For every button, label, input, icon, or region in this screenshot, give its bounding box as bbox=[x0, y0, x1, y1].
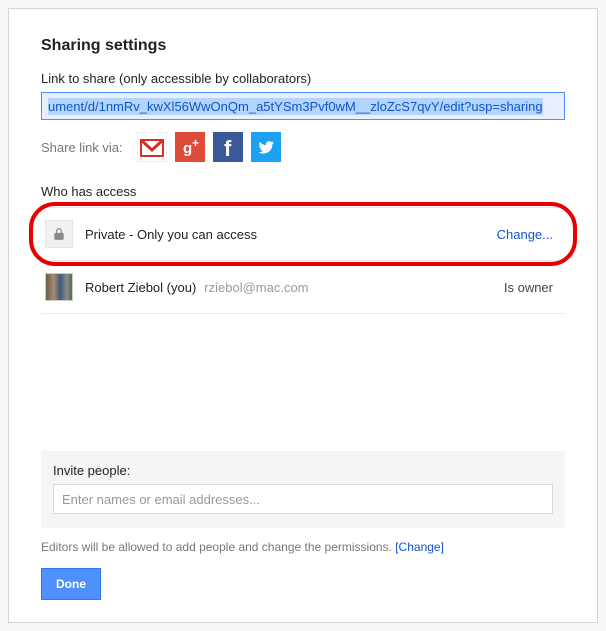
access-privacy-row: Private - Only you can access Change... bbox=[41, 208, 565, 261]
permissions-note: Editors will be allowed to add people an… bbox=[41, 540, 565, 554]
privacy-text: Private - Only you can access bbox=[85, 227, 257, 242]
change-privacy-link[interactable]: Change... bbox=[497, 227, 561, 242]
owner-role: Is owner bbox=[504, 280, 561, 295]
gmail-icon[interactable] bbox=[137, 132, 167, 162]
avatar bbox=[45, 273, 73, 301]
share-via-row: Share link via: g + f bbox=[41, 132, 565, 162]
change-permissions-link[interactable]: [Change] bbox=[395, 540, 444, 554]
invite-input[interactable] bbox=[53, 484, 553, 514]
access-owner-row: Robert Ziebol (you) rziebol@mac.com Is o… bbox=[41, 261, 565, 314]
sharing-dialog: Sharing settings Link to share (only acc… bbox=[8, 8, 598, 623]
svg-text:+: + bbox=[192, 136, 199, 150]
svg-text:g: g bbox=[183, 140, 192, 157]
svg-text:f: f bbox=[224, 136, 232, 161]
permissions-note-text: Editors will be allowed to add people an… bbox=[41, 540, 395, 554]
share-via-label: Share link via: bbox=[41, 140, 123, 155]
share-url-input[interactable]: ument/d/1nmRv_kwXl56WwOnQm_a5tYSm3Pvf0wM… bbox=[41, 92, 565, 120]
link-share-label: Link to share (only accessible by collab… bbox=[41, 71, 565, 86]
dialog-title: Sharing settings bbox=[41, 37, 565, 55]
lock-icon bbox=[45, 220, 73, 248]
owner-name: Robert Ziebol (you) bbox=[85, 280, 196, 295]
google-plus-icon[interactable]: g + bbox=[175, 132, 205, 162]
invite-label: Invite people: bbox=[53, 463, 553, 478]
who-has-access-label: Who has access bbox=[41, 184, 565, 199]
twitter-icon[interactable] bbox=[251, 132, 281, 162]
owner-email: rziebol@mac.com bbox=[204, 280, 308, 295]
facebook-icon[interactable]: f bbox=[213, 132, 243, 162]
done-button[interactable]: Done bbox=[41, 568, 101, 600]
access-list: Private - Only you can access Change... … bbox=[41, 207, 565, 314]
invite-block: Invite people: bbox=[41, 451, 565, 528]
share-url-text: ument/d/1nmRv_kwXl56WwOnQm_a5tYSm3Pvf0wM… bbox=[48, 98, 543, 115]
